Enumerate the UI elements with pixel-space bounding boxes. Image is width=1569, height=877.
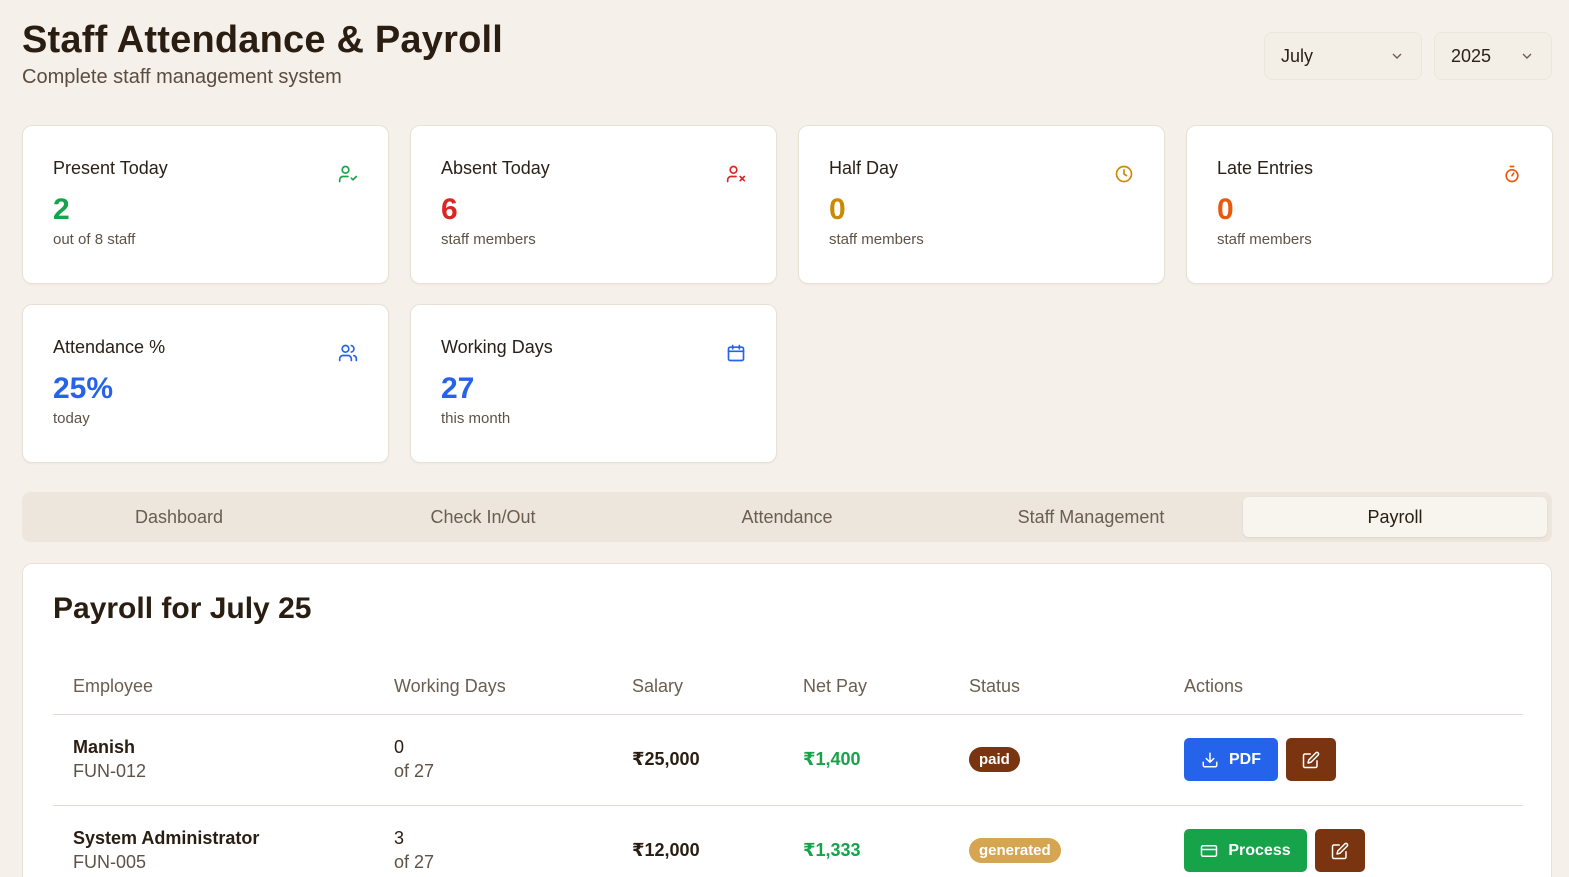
actions-cell: PDF	[1184, 714, 1523, 806]
stat-label: Working Days	[441, 337, 553, 357]
status-badge: generated	[969, 838, 1061, 863]
tab-check-in-out[interactable]: Check In/Out	[331, 497, 635, 537]
stat-caption: staff members	[441, 231, 536, 248]
tab-payroll[interactable]: Payroll	[1243, 497, 1547, 537]
main-tabs: Dashboard Check In/Out Attendance Staff …	[22, 492, 1552, 542]
stat-card-late: Late Entries 0 staff members	[1186, 125, 1553, 284]
stat-label: Late Entries	[1217, 158, 1314, 178]
employee-name: Manish	[73, 737, 136, 757]
working-days-count: 0	[394, 737, 405, 757]
page-subtitle: Complete staff management system	[22, 66, 342, 88]
stat-label: Present Today	[53, 158, 168, 178]
stat-card-present: Present Today 2 out of 8 staff	[22, 125, 389, 284]
user-x-icon	[726, 165, 746, 183]
table-row: Manish FUN-012 0 of 27 ₹25,000 ₹1,400 pa…	[53, 714, 1523, 806]
stat-value: 25%	[53, 372, 114, 405]
stat-card-attendance: Attendance % 25% today	[22, 304, 389, 463]
user-check-icon	[338, 165, 358, 183]
download-pdf-button[interactable]: PDF	[1184, 738, 1278, 781]
salary-cell: ₹12,000	[632, 805, 803, 877]
column-header-net-pay: Net Pay	[803, 659, 969, 715]
month-select-value: July	[1281, 45, 1314, 66]
year-select-value: 2025	[1451, 45, 1492, 66]
stat-value: 27	[441, 372, 475, 405]
download-pdf-label: PDF	[1229, 750, 1261, 768]
tab-attendance[interactable]: Attendance	[635, 497, 939, 537]
chevron-down-icon	[1522, 53, 1532, 59]
column-header-status: Status	[969, 659, 1184, 715]
page-title: Staff Attendance & Payroll	[22, 19, 503, 61]
stat-card-absent: Absent Today 6 staff members	[410, 125, 777, 284]
working-days-total: of 27	[394, 852, 435, 872]
edit-icon	[1302, 751, 1320, 768]
calendar-icon	[727, 344, 745, 362]
table-header-row: Employee Working Days Salary Net Pay Sta…	[53, 659, 1523, 715]
tab-dashboard[interactable]: Dashboard	[27, 497, 331, 537]
stat-card-half-day: Half Day 0 staff members	[798, 125, 1165, 284]
employee-id: FUN-012	[73, 761, 147, 781]
status-cell: paid	[969, 714, 1184, 806]
stat-caption: staff members	[1217, 231, 1312, 248]
stat-caption: this month	[441, 410, 511, 427]
working-days-cell: 0 of 27	[394, 714, 632, 806]
column-header-actions: Actions	[1184, 659, 1523, 715]
stat-caption: today	[53, 410, 90, 427]
actions-cell: Process	[1184, 805, 1523, 877]
chevron-down-icon	[1392, 53, 1402, 59]
page-header: Staff Attendance & Payroll Complete staf…	[22, 18, 503, 89]
working-days-cell: 3 of 27	[394, 805, 632, 877]
stat-label: Attendance %	[53, 337, 166, 357]
period-selectors: July 2025	[1264, 32, 1552, 80]
working-days-total: of 27	[394, 761, 435, 781]
table-row: System Administrator FUN-005 3 of 27 ₹12…	[53, 805, 1523, 877]
users-icon	[338, 344, 358, 362]
edit-button[interactable]	[1315, 829, 1365, 872]
employee-cell: System Administrator FUN-005	[53, 805, 394, 877]
tab-staff-management[interactable]: Staff Management	[939, 497, 1243, 537]
net-pay-cell: ₹1,333	[803, 805, 969, 877]
stat-value: 2	[53, 193, 70, 226]
stat-value: 0	[1217, 193, 1234, 226]
month-select[interactable]: July	[1264, 32, 1422, 80]
stat-label: Half Day	[829, 158, 899, 178]
payroll-table: Employee Working Days Salary Net Pay Sta…	[53, 659, 1523, 877]
process-label: Process	[1228, 841, 1291, 859]
employee-cell: Manish FUN-012	[53, 714, 394, 806]
year-select[interactable]: 2025	[1434, 32, 1552, 80]
salary-cell: ₹25,000	[632, 714, 803, 806]
status-badge: paid	[969, 747, 1020, 772]
credit-card-icon	[1201, 844, 1218, 857]
stat-card-working-days: Working Days 27 this month	[410, 304, 777, 463]
column-header-salary: Salary	[632, 659, 803, 715]
stat-caption: out of 8 staff	[53, 231, 136, 248]
stat-value: 0	[829, 193, 846, 226]
stat-label: Absent Today	[441, 158, 550, 178]
column-header-working-days: Working Days	[394, 659, 632, 715]
stat-value: 6	[441, 193, 458, 226]
download-icon	[1202, 752, 1218, 767]
stat-caption: staff members	[829, 231, 924, 248]
edit-icon	[1331, 842, 1349, 859]
edit-button[interactable]	[1286, 738, 1336, 781]
clock-icon	[1115, 165, 1133, 183]
timer-icon	[1505, 165, 1519, 183]
status-cell: generated	[969, 805, 1184, 877]
process-button[interactable]: Process	[1184, 829, 1307, 872]
employee-id: FUN-005	[73, 852, 147, 872]
working-days-count: 3	[394, 828, 405, 848]
column-header-employee: Employee	[53, 659, 394, 715]
payroll-panel: Payroll for July 25 Employee Working Day…	[22, 563, 1552, 877]
payroll-title: Payroll for July 25	[53, 592, 312, 625]
net-pay-cell: ₹1,400	[803, 714, 969, 806]
employee-name: System Administrator	[73, 828, 260, 848]
